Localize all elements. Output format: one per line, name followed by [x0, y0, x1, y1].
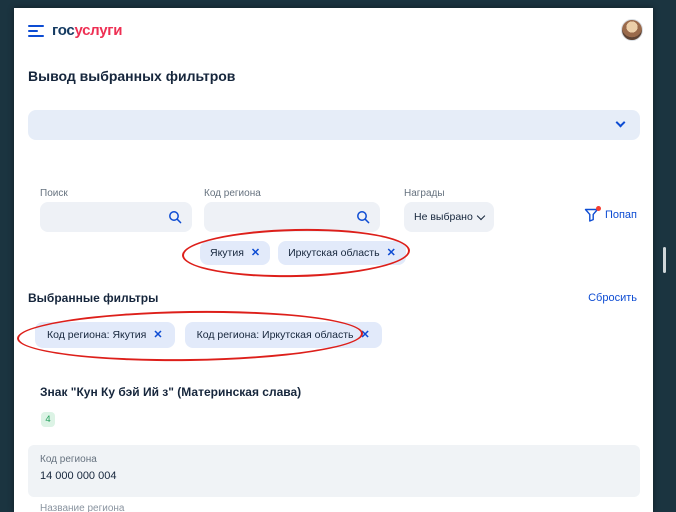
selected-chip-irkutsk[interactable]: Код региона: Иркутская область ✕: [185, 322, 382, 348]
selected-chip-yakutia[interactable]: Код региона: Якутия ✕: [35, 322, 175, 348]
search-icon: [356, 210, 370, 224]
logo-text-uslugi: услуги: [74, 22, 122, 39]
search-icon: [168, 210, 182, 224]
awards-select[interactable]: Не выбрано: [404, 202, 494, 232]
detail-label: Название региона: [40, 503, 124, 512]
search-label: Поиск: [40, 188, 68, 199]
chip-close-icon[interactable]: ✕: [251, 248, 260, 259]
chevron-down-icon: [616, 118, 626, 128]
detail-label: Код региона: [40, 454, 628, 465]
awards-select-value: Не выбрано: [414, 211, 473, 223]
chip-close-icon[interactable]: ✕: [360, 330, 369, 341]
chip-label: Код региона: Иркутская область: [197, 329, 354, 341]
search-field[interactable]: [40, 202, 192, 232]
chip-label: Код региона: Якутия: [47, 329, 146, 341]
award-card-title: Знак "Кун Ку бэй Ий з" (Материнская слав…: [40, 385, 620, 399]
region-code-field[interactable]: [204, 202, 380, 232]
chip-close-icon[interactable]: ✕: [153, 330, 162, 341]
selected-chips-row: Код региона: Якутия ✕ Код региона: Иркут…: [35, 322, 382, 348]
region-code-input[interactable]: [214, 211, 356, 223]
scrollbar-thumb[interactable]: [663, 247, 666, 273]
region-chip-yakutia[interactable]: Якутия ✕: [200, 241, 270, 265]
chip-label: Якутия: [210, 247, 244, 259]
search-input[interactable]: [50, 211, 168, 223]
region-code-label: Код региона: [204, 188, 261, 199]
filter-funnel-icon[interactable]: [584, 208, 599, 222]
browser-page: госуслуги Вывод выбранных фильтров Поиск…: [14, 8, 653, 512]
chip-label: Иркутская область: [288, 247, 379, 259]
notification-dot: [596, 206, 601, 211]
card-detail-row: Код региона 14 000 000 004: [28, 445, 640, 497]
logo-text-gos: гос: [52, 22, 74, 39]
avatar[interactable]: [621, 19, 643, 41]
selected-filters-heading: Выбранные фильтры: [28, 291, 158, 305]
region-chip-irkutsk[interactable]: Иркутская область ✕: [278, 241, 406, 265]
popup-link-area[interactable]: Попап: [584, 208, 637, 222]
detail-value: 14 000 000 004: [40, 470, 628, 482]
popup-link[interactable]: Попап: [605, 209, 637, 221]
chevron-down-icon: [477, 211, 485, 219]
desktop-frame: госуслуги Вывод выбранных фильтров Поиск…: [0, 0, 676, 512]
menu-icon[interactable]: [28, 25, 44, 40]
collapsed-accordion[interactable]: [28, 110, 640, 140]
awards-label: Награды: [404, 188, 445, 199]
gosuslugi-logo[interactable]: госуслуги: [52, 22, 122, 39]
chip-close-icon[interactable]: ✕: [387, 248, 396, 259]
region-chips-row: Якутия ✕ Иркутская область ✕: [200, 241, 406, 265]
award-count-badge: 4: [41, 412, 55, 427]
reset-filters-link[interactable]: Сбросить: [588, 292, 637, 304]
page-title: Вывод выбранных фильтров: [28, 68, 235, 84]
